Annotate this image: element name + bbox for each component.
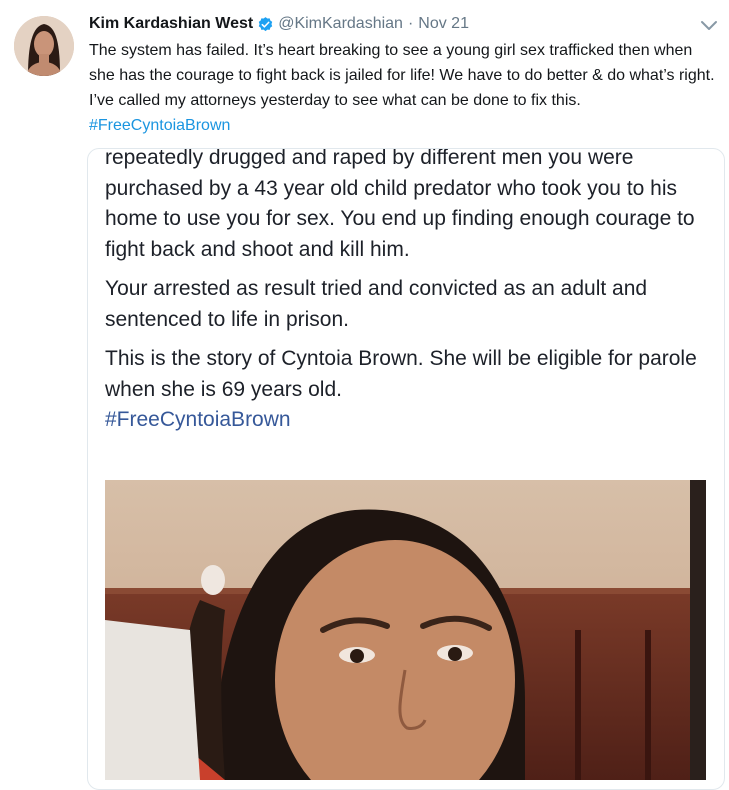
chevron-down-icon[interactable]: [700, 19, 718, 31]
author-handle[interactable]: @KimKardashian: [278, 15, 403, 33]
verified-badge-icon: [257, 16, 274, 33]
tweet-hashtag-link[interactable]: #FreeCyntoiaBrown: [89, 117, 230, 134]
avatar[interactable]: [14, 16, 74, 76]
tweet-body: The system has failed. It’s heart breaki…: [89, 42, 715, 109]
media-card[interactable]: repeatedly drugged and raped by differen…: [87, 148, 725, 790]
separator-dot: ·: [407, 15, 414, 32]
embedded-paragraph-3: This is the story of Cyntoia Brown. She …: [105, 347, 697, 401]
embedded-photo: [105, 480, 706, 780]
embedded-hashtag: #FreeCyntoiaBrown: [105, 408, 291, 431]
embedded-post-text: repeatedly drugged and raped by differen…: [105, 148, 717, 436]
author-name[interactable]: Kim Kardashian West: [89, 15, 253, 33]
tweet-text: The system has failed. It’s heart breaki…: [89, 38, 719, 138]
embedded-paragraph-1: repeatedly drugged and raped by differen…: [105, 148, 695, 261]
tweet-date[interactable]: Nov 21: [418, 15, 469, 33]
embedded-paragraph-2: Your arrested as result tried and convic…: [105, 277, 648, 331]
avatar-image: [14, 16, 74, 76]
tweet-header: Kim Kardashian West @KimKardashian · Nov…: [89, 13, 729, 35]
